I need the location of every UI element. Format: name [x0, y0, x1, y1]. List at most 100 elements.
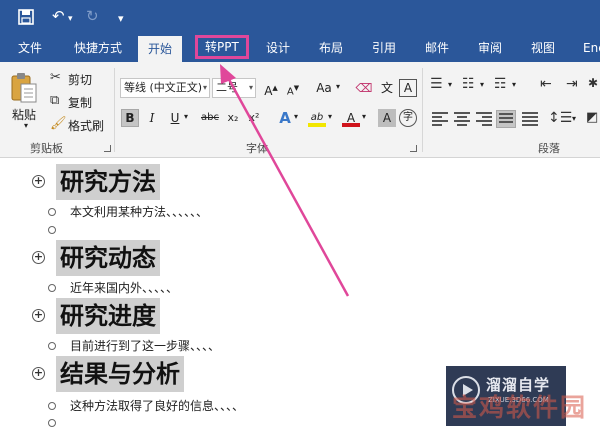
tab-layout[interactable]: 布局 [319, 34, 343, 62]
group-divider [422, 68, 423, 152]
tab-review[interactable]: 审阅 [478, 34, 502, 62]
chevron-down-icon[interactable]: ▾ [336, 82, 340, 91]
ribbon-tab-bar: 文件 快捷方式 开始 转PPT 设计 布局 引用 邮件 审阅 视图 Ene [0, 34, 600, 62]
chevron-down-icon[interactable]: ▾ [480, 80, 484, 89]
format-painter-button[interactable]: 格式刷 [68, 117, 104, 134]
bullets-icon[interactable]: ☰ [430, 76, 443, 92]
align-center-icon[interactable] [454, 112, 470, 126]
paste-icon[interactable] [10, 72, 38, 104]
tab-view[interactable]: 视图 [531, 34, 555, 62]
group-divider [114, 68, 115, 152]
cut-button[interactable]: 剪切 [68, 71, 92, 88]
decrease-indent-icon[interactable]: ⇤ [540, 76, 552, 92]
bold-button[interactable]: B [121, 109, 139, 127]
outline-heading[interactable]: 研究方法 [56, 164, 160, 200]
chevron-down-icon: ▾ [202, 83, 207, 92]
tab-shortcuts[interactable]: 快捷方式 [74, 34, 122, 62]
font-size-value: 二号 [216, 81, 238, 94]
outline-heading[interactable]: 结果与分析 [56, 356, 184, 392]
scissors-icon[interactable]: ✂ [50, 70, 61, 85]
font-color-button[interactable]: A [342, 109, 360, 127]
bullet-icon [48, 284, 56, 292]
character-shading-button[interactable]: A [378, 109, 396, 127]
clipboard-launcher-icon[interactable] [104, 145, 111, 152]
outline-heading[interactable]: 研究进度 [56, 298, 160, 334]
subscript-button[interactable]: x₂ [224, 109, 242, 127]
multilevel-list-icon[interactable]: ☶ [494, 76, 507, 92]
paste-dropdown-icon[interactable]: ▾ [24, 121, 28, 130]
phonetic-guide-button[interactable]: 文 [378, 79, 396, 97]
title-bar: ↶ ▾ ↻ ▾ [0, 0, 600, 34]
enclose-characters-button[interactable]: 字 [399, 109, 417, 127]
character-border-button[interactable]: A [399, 79, 417, 97]
outline-body-text[interactable]: 本文利用某种方法、、、、、、 [70, 204, 208, 220]
copy-icon[interactable]: ⧉ [50, 93, 59, 108]
clear-formatting-icon[interactable]: ⌫ [355, 79, 373, 97]
clipboard-group-label: 剪贴板 [30, 142, 63, 155]
font-launcher-icon[interactable] [410, 145, 417, 152]
superscript-button[interactable]: x² [245, 109, 263, 127]
italic-button[interactable]: I [143, 109, 161, 127]
undo-icon[interactable]: ↶ [52, 6, 65, 26]
customize-qat-icon[interactable]: ▾ [118, 9, 124, 29]
tab-ene[interactable]: Ene [583, 34, 600, 62]
font-name-value: 等线 (中文正文) [124, 81, 203, 94]
chevron-down-icon: ▾ [248, 83, 253, 92]
increase-indent-icon[interactable]: ⇥ [566, 76, 578, 92]
font-name-combo[interactable]: 等线 (中文正文) ▾ [120, 78, 210, 98]
watermark-brand2: 宝鸡软件园 [452, 393, 588, 422]
undo-dropdown-icon[interactable]: ▾ [68, 9, 73, 29]
bullet-icon [48, 402, 56, 410]
expand-icon[interactable]: + [32, 309, 45, 322]
outline-body-text[interactable]: 目前进行到了这一步骤、、、、 [70, 338, 220, 354]
redo-icon[interactable]: ↻ [86, 6, 99, 26]
distributed-icon[interactable] [522, 112, 538, 126]
text-effects-button[interactable]: A [276, 109, 294, 127]
bullet-icon [48, 342, 56, 350]
outline-heading[interactable]: 研究动态 [56, 240, 160, 276]
format-painter-icon[interactable]: 🖌 [50, 116, 67, 131]
tab-to-ppt[interactable]: 转PPT [195, 35, 249, 59]
font-size-combo[interactable]: 二号 ▾ [212, 78, 256, 98]
change-case-button[interactable]: Aa [312, 79, 336, 97]
expand-icon[interactable]: + [32, 251, 45, 264]
tab-file[interactable]: 文件 [18, 34, 42, 62]
bullet-icon [48, 419, 56, 427]
save-icon[interactable] [18, 9, 34, 25]
outline-body-text[interactable]: 近年来国内外、、、、、 [70, 280, 178, 296]
watermark-overlay: 宝鸡软件园 [452, 386, 594, 422]
expand-icon[interactable]: + [32, 367, 45, 380]
shading-icon[interactable]: ◩ [586, 110, 598, 125]
shrink-font-icon: A [286, 86, 294, 98]
chevron-down-icon[interactable]: ▾ [448, 80, 452, 89]
highlight-button[interactable]: ab [308, 109, 326, 127]
align-left-icon[interactable] [432, 112, 448, 126]
chevron-down-icon[interactable]: ▾ [328, 112, 332, 121]
bullet-icon [48, 208, 56, 216]
bullet-icon [48, 226, 56, 234]
tab-design[interactable]: 设计 [266, 34, 290, 62]
shrink-font-button[interactable]: A▼ [284, 79, 302, 97]
tab-references[interactable]: 引用 [372, 34, 396, 62]
chinese-layout-icon[interactable]: ✱ [588, 76, 598, 90]
expand-icon[interactable]: + [32, 175, 45, 188]
chevron-down-icon[interactable]: ▾ [512, 80, 516, 89]
tab-home[interactable]: 开始 [138, 36, 183, 62]
chevron-down-icon[interactable]: ▾ [572, 114, 576, 123]
grow-font-button[interactable]: A▲ [262, 79, 280, 98]
line-spacing-icon[interactable]: ↕☰ [548, 110, 572, 126]
align-right-icon[interactable] [476, 112, 492, 126]
outline-body-text[interactable]: 这种方法取得了良好的信息、、、、 [70, 398, 244, 414]
paragraph-group-label: 段落 [538, 142, 560, 155]
justify-icon[interactable] [496, 110, 516, 128]
tab-mailings[interactable]: 邮件 [425, 34, 449, 62]
chevron-down-icon[interactable]: ▾ [294, 112, 298, 121]
copy-button[interactable]: 复制 [68, 94, 92, 111]
chevron-down-icon[interactable]: ▾ [184, 112, 188, 121]
strikethrough-button[interactable]: abc [199, 109, 221, 127]
underline-button[interactable]: U [166, 109, 184, 127]
ribbon-home: 粘贴 ▾ ✂ 剪切 ⧉ 复制 🖌 格式刷 剪贴板 等线 (中文正文) ▾ 二号 … [0, 62, 600, 158]
font-group-label: 字体 [246, 142, 268, 155]
numbering-icon[interactable]: ☷ [462, 76, 475, 92]
chevron-down-icon[interactable]: ▾ [362, 112, 366, 121]
